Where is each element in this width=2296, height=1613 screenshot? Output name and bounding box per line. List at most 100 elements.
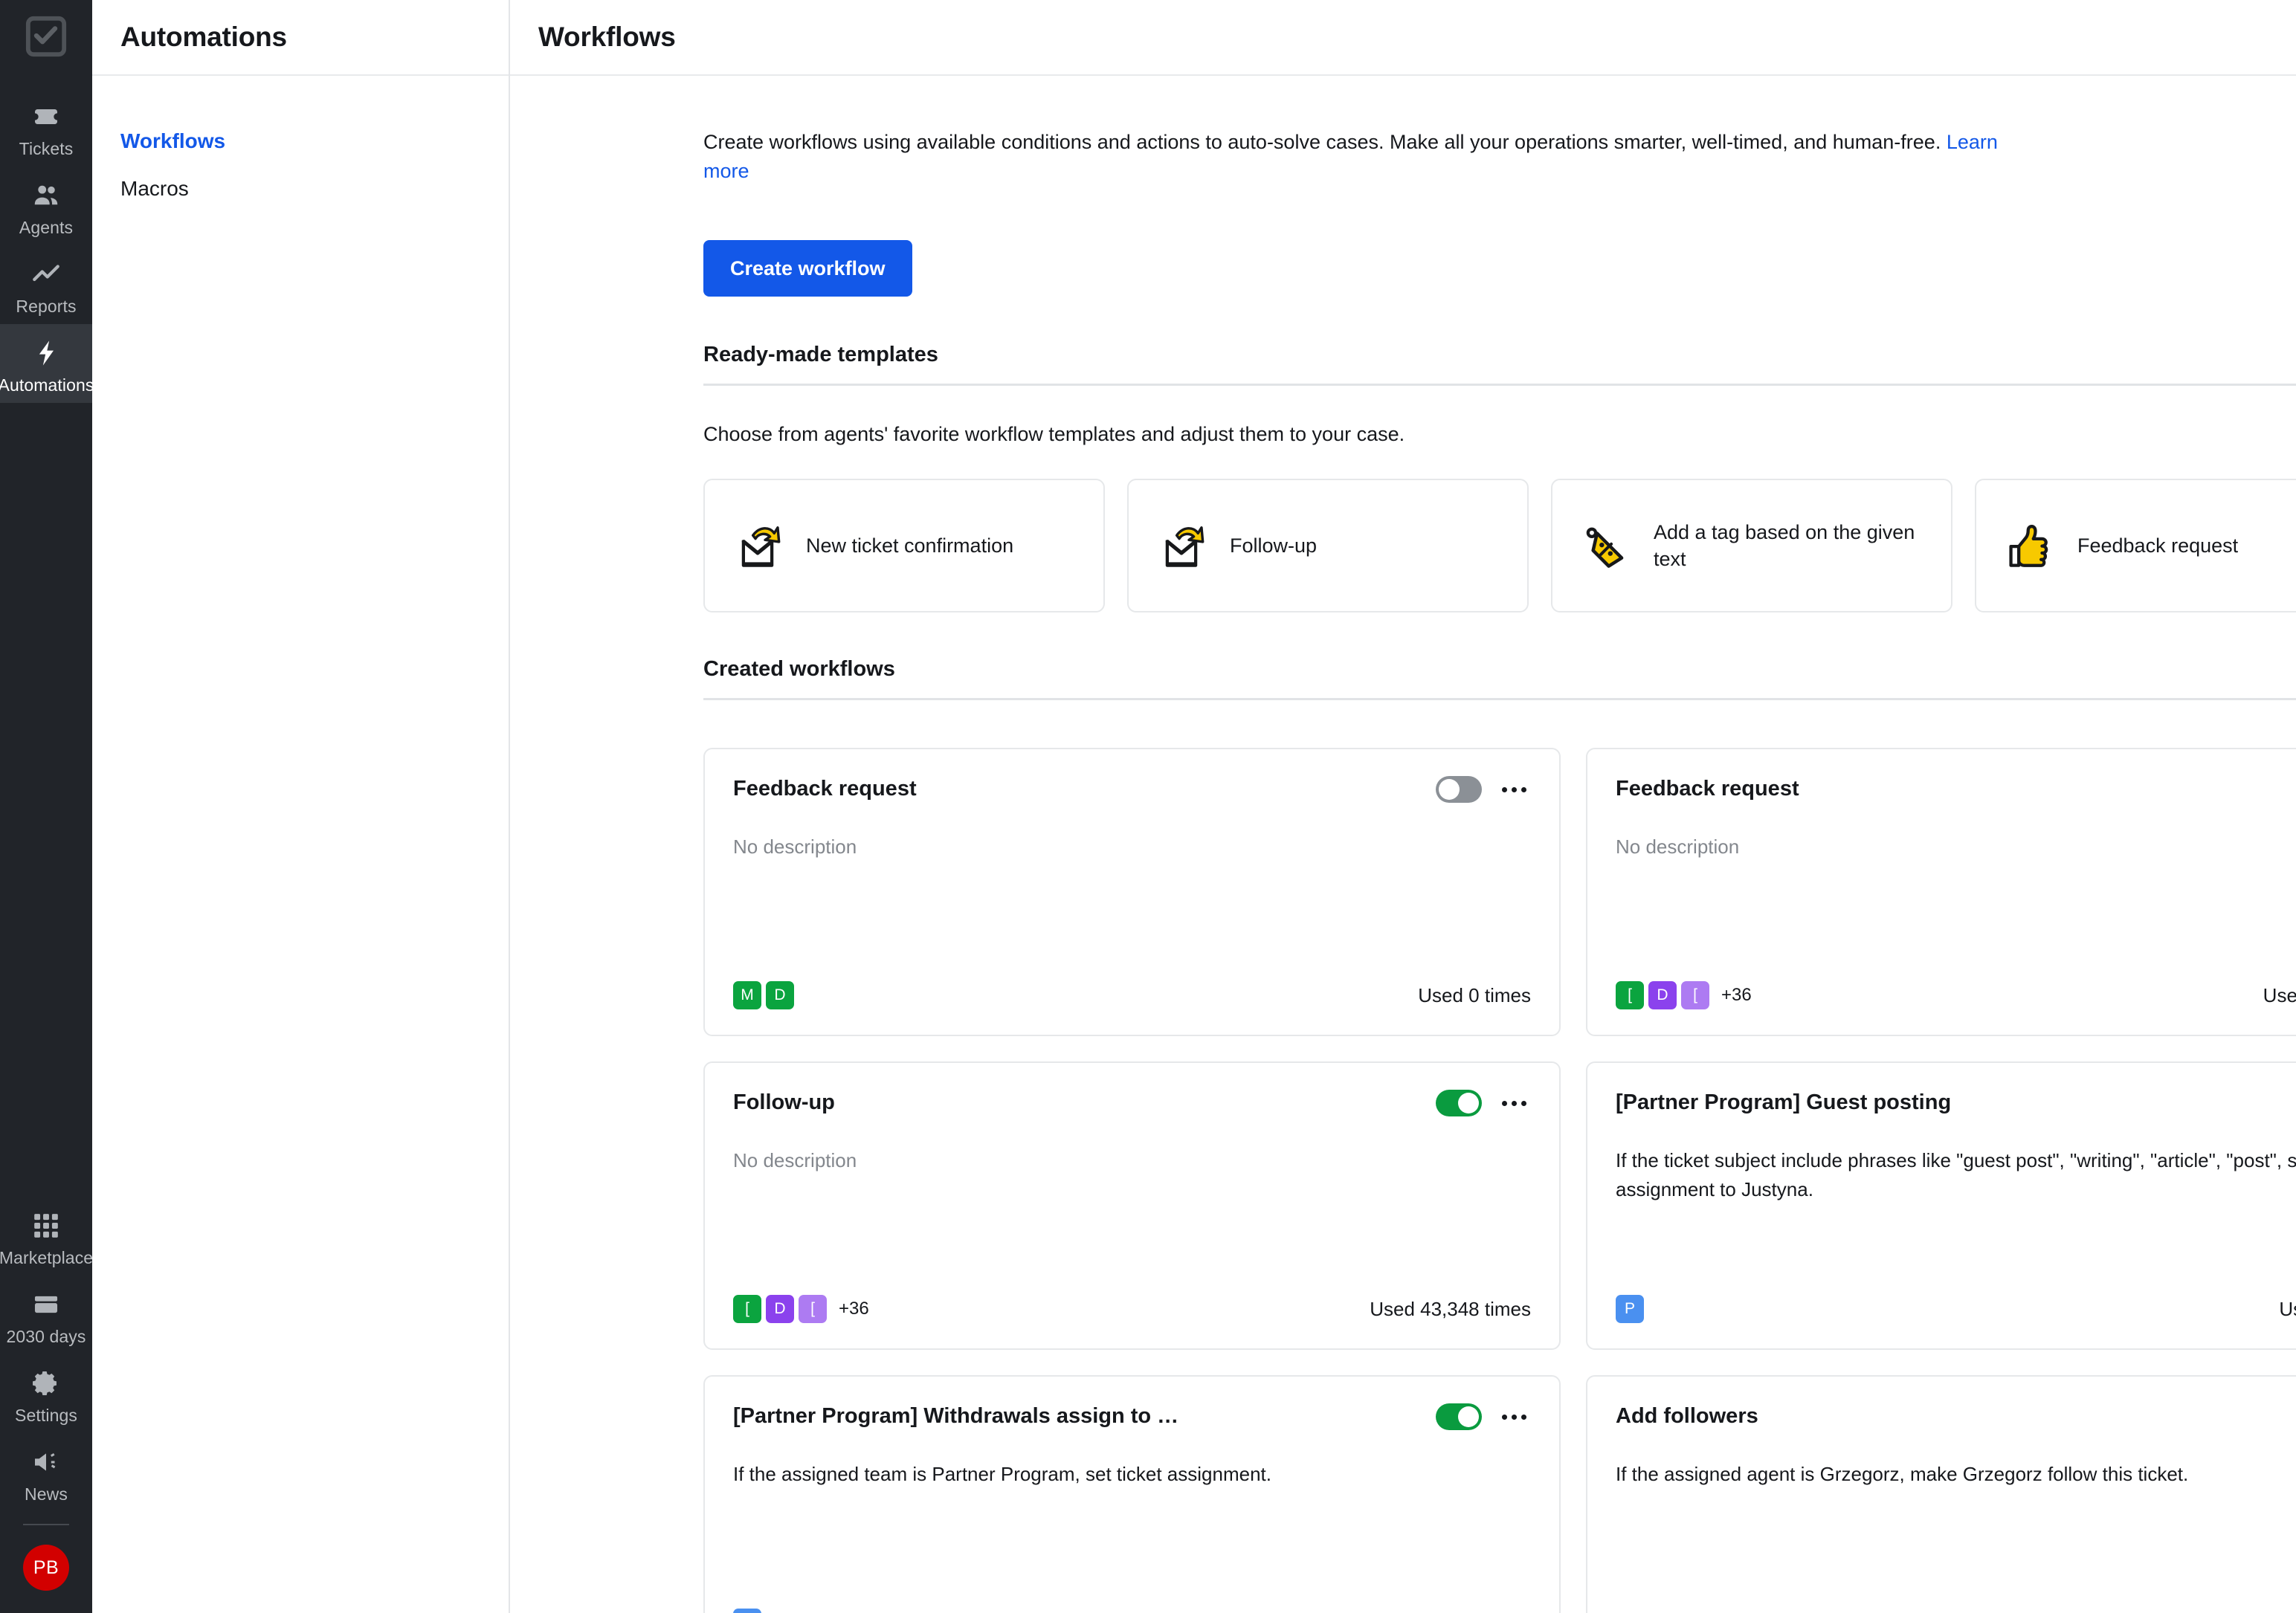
- workflow-card-footer: P Used 327 times: [1616, 1295, 2296, 1324]
- main-header: Workflows: [510, 0, 2296, 76]
- dot: [1501, 1414, 1507, 1420]
- usage-count: Used 43,348 times: [1370, 1297, 1531, 1320]
- workflow-enabled-toggle[interactable]: [1436, 776, 1482, 804]
- workflow-card[interactable]: [Partner Program] Withdrawals assign to …: [703, 1375, 1561, 1613]
- dot: [1521, 1100, 1526, 1106]
- template-card[interactable]: New ticket confirmation: [703, 479, 1105, 613]
- team-badge-overflow-count: +36: [839, 1299, 869, 1319]
- envelope-reply-icon: [730, 518, 785, 573]
- agents-icon: [29, 178, 63, 213]
- workflow-card[interactable]: Feedback request No description [ D [ +3…: [1586, 748, 2296, 1037]
- templates-carousel: New ticket confirmation Follow-up Add a …: [703, 479, 2296, 613]
- team-badge[interactable]: [: [1681, 981, 1709, 1010]
- workflow-description: No description: [733, 1149, 857, 1172]
- team-badge-overflow-count: +36: [1721, 985, 1752, 1006]
- team-badges: [ D [ +36: [1616, 981, 1752, 1010]
- content-wrapper: Create workflows using available conditi…: [510, 76, 2296, 1613]
- workflow-card-header: [Partner Program] Withdrawals assign to …: [733, 1403, 1531, 1431]
- megaphone-icon: [29, 1445, 63, 1479]
- template-label: Follow-up: [1230, 534, 1318, 557]
- workflow-description: No description: [1616, 835, 1740, 859]
- templates-subtitle: Choose from agents' favorite workflow te…: [703, 423, 1405, 446]
- workflow-description: If the assigned agent is Grzegorz, make …: [1616, 1463, 2189, 1486]
- usage-count: Used 0 times: [1418, 983, 1531, 1006]
- workflow-enabled-toggle[interactable]: [1436, 1090, 1482, 1117]
- workflow-description: If the ticket subject include phrases li…: [1616, 1149, 2296, 1201]
- workflow-card[interactable]: Add followers If the assigned agent is G…: [1586, 1375, 2296, 1613]
- dot: [1511, 786, 1517, 792]
- section-title: Ready-made templates: [703, 343, 938, 367]
- workflow-card-footer: P Used 204 times: [733, 1609, 1531, 1613]
- sidebar-item-tickets[interactable]: Tickets: [0, 88, 92, 167]
- team-badges: P: [733, 1609, 761, 1613]
- toggle-knob: [1458, 1093, 1479, 1114]
- workflow-more-menu-button[interactable]: [1497, 776, 1531, 803]
- workflow-card[interactable]: Feedback request No description M D Used…: [703, 748, 1561, 1037]
- avatar[interactable]: PB: [23, 1545, 69, 1591]
- template-label: Feedback request: [2077, 534, 2239, 557]
- team-badge[interactable]: D: [1648, 981, 1677, 1010]
- sidebar-item-trial-days[interactable]: 2030 days: [0, 1276, 92, 1354]
- dot: [1501, 786, 1507, 792]
- dot: [1511, 1100, 1517, 1106]
- team-badge[interactable]: P: [1616, 1295, 1644, 1324]
- sidebar-item-news[interactable]: News: [0, 1433, 92, 1512]
- envelope-reply-icon: [1154, 518, 1209, 573]
- main-title: Workflows: [538, 22, 676, 52]
- main-region: Workflows Create workflows using availab…: [510, 0, 2296, 1613]
- toggle-knob: [1439, 779, 1460, 801]
- workflow-card-footer: [ D [ +36 Used 43,348 times: [733, 1295, 1531, 1324]
- intro-row: Create workflows using available conditi…: [510, 128, 2296, 186]
- create-workflow-button[interactable]: Create workflow: [703, 240, 912, 297]
- template-label: Add a tag based on the given text: [1654, 520, 1915, 571]
- sidebar-item-reports[interactable]: Reports: [0, 245, 92, 324]
- sidebar-item-settings[interactable]: Settings: [0, 1354, 92, 1433]
- workflow-name: Add followers: [1616, 1404, 1758, 1429]
- team-badge[interactable]: [: [1616, 981, 1644, 1010]
- template-card[interactable]: Add a tag based on the given text: [1551, 479, 1952, 613]
- workflow-card-header: [Partner Program] Guest posting: [1616, 1090, 2296, 1116]
- app-logo[interactable]: [23, 13, 69, 59]
- workflow-enabled-toggle[interactable]: [1436, 1403, 1482, 1431]
- panel-nav-list: Workflows Macros: [92, 76, 509, 213]
- sidebar-item-marketplace[interactable]: Marketplace: [0, 1197, 93, 1276]
- workflow-more-menu-button[interactable]: [1497, 1090, 1531, 1116]
- ready-made-templates-header: Ready-made templates Hide: [703, 341, 2296, 387]
- workflow-name: [Partner Program] Guest posting: [1616, 1090, 1952, 1115]
- checkbox-logo-icon: [25, 16, 67, 57]
- intro-description: Create workflows using available conditi…: [703, 131, 1941, 153]
- workflow-card-header: Add followers: [1616, 1403, 2296, 1430]
- workflow-card[interactable]: [Partner Program] Guest posting If the t…: [1586, 1061, 2296, 1351]
- secondary-nav-panel: Automations Workflows Macros: [92, 0, 510, 1613]
- workflow-card[interactable]: Follow-up No description [ D [ +36 Used …: [703, 1061, 1561, 1351]
- card-billing-icon: [29, 1287, 63, 1322]
- panel-nav-item-workflows[interactable]: Workflows: [92, 117, 509, 165]
- team-badge[interactable]: D: [766, 981, 794, 1010]
- workflow-more-menu-button[interactable]: [1497, 1403, 1531, 1430]
- workflow-name: [Partner Program] Withdrawals assign to …: [733, 1404, 1179, 1429]
- tag-percent-icon: [1578, 518, 1633, 573]
- workflow-description: No description: [733, 835, 857, 859]
- primary-sidebar: Tickets Agents Reports Automations Marke…: [0, 0, 94, 1613]
- team-badge[interactable]: M: [733, 981, 761, 1010]
- usage-count: Used 4,815 times: [2263, 983, 2296, 1006]
- workflow-card-header: Feedback request: [1616, 776, 2296, 803]
- sidebar-item-automations[interactable]: Automations: [0, 324, 94, 403]
- sidebar-item-label: 2030 days: [6, 1327, 86, 1346]
- app-root: Tickets Agents Reports Automations Marke…: [0, 0, 2296, 1613]
- workflow-card-grid: Feedback request No description M D Used…: [703, 748, 2296, 1613]
- workflow-description: If the assigned team is Partner Program,…: [733, 1463, 1271, 1486]
- lightning-bolt-icon: [29, 336, 63, 370]
- template-card[interactable]: Feedback request: [1975, 479, 2296, 613]
- panel-header: Automations: [92, 0, 509, 76]
- team-badge[interactable]: P: [733, 1609, 761, 1613]
- team-badge[interactable]: [: [799, 1295, 827, 1324]
- panel-nav-item-macros[interactable]: Macros: [92, 165, 509, 213]
- dot: [1511, 1414, 1517, 1420]
- team-badge[interactable]: [: [733, 1295, 761, 1324]
- team-badge[interactable]: D: [766, 1295, 794, 1324]
- workflow-card-header: Feedback request: [733, 776, 1531, 804]
- sidebar-item-label: Agents: [19, 218, 74, 237]
- sidebar-item-agents[interactable]: Agents: [0, 167, 92, 245]
- template-card[interactable]: Follow-up: [1127, 479, 1529, 613]
